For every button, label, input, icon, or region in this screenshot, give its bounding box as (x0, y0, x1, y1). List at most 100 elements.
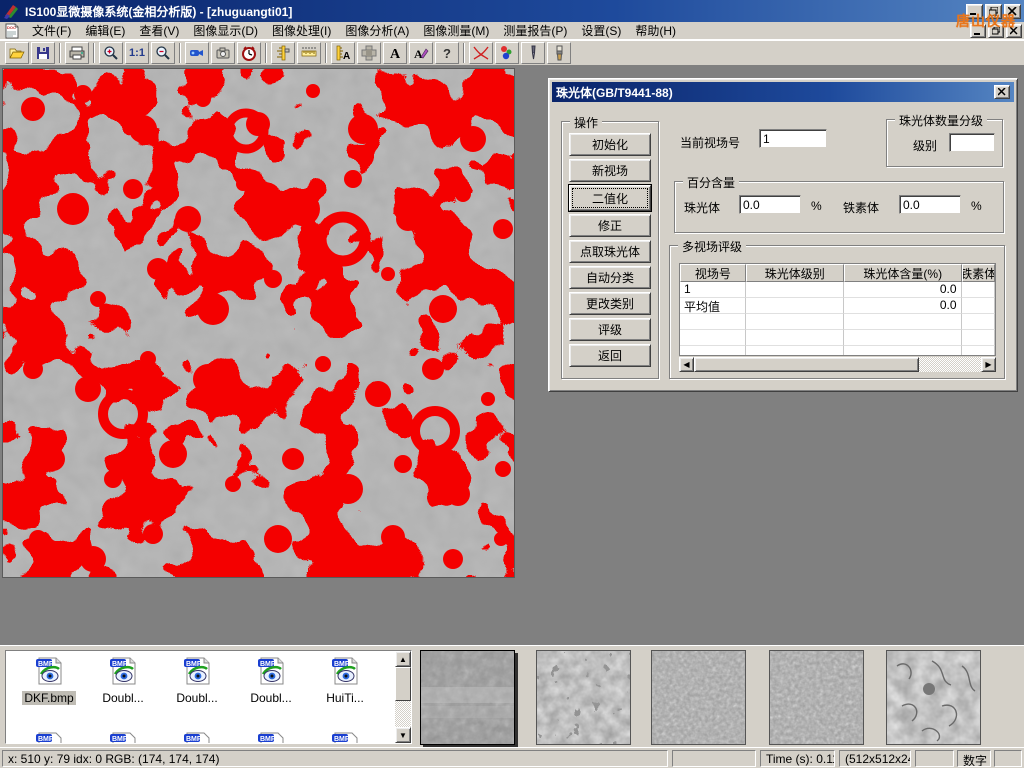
col-field[interactable]: 视场号 (680, 264, 746, 282)
file-item-partial[interactable]: BMP (162, 731, 232, 744)
menu-help[interactable]: 帮助(H) (628, 20, 683, 41)
file-item[interactable]: BMP Doubl... (88, 656, 158, 705)
actual-size-label: 1:1 (129, 47, 145, 59)
annotate-button[interactable]: A (409, 42, 433, 64)
zoom-out-button[interactable] (151, 42, 175, 64)
curve-tool-button[interactable] (469, 42, 493, 64)
thumbnail-5[interactable] (886, 650, 981, 745)
bmp-file-icon: BMP (180, 656, 214, 686)
multifield-table[interactable]: 视场号 珠光体级别 珠光体含量(%) 铁素体 1 0.0 平均值 0.0 (679, 263, 996, 356)
menu-image-analysis[interactable]: 图像分析(A) (338, 20, 416, 41)
merge-grid-button[interactable] (357, 42, 381, 64)
scrollbar-thumb[interactable] (694, 357, 919, 372)
scroll-up-button[interactable]: ▲ (395, 651, 411, 667)
grading-group-label: 珠光体数量分级 (895, 112, 987, 129)
text-button[interactable]: A (383, 42, 407, 64)
timer-button[interactable] (237, 42, 261, 64)
correct-button[interactable]: 修正 (569, 214, 651, 237)
thumbnail-2[interactable] (536, 650, 631, 745)
help-button[interactable]: ? (435, 42, 459, 64)
capture-camera-button[interactable] (211, 42, 235, 64)
menu-image-display[interactable]: 图像显示(D) (186, 20, 265, 41)
thumbnail-3[interactable] (651, 650, 746, 745)
ferrite-percent-input[interactable] (899, 195, 961, 214)
curve-tool-icon (472, 45, 490, 61)
menu-settings[interactable]: 设置(S) (574, 20, 628, 41)
status-empty-2 (915, 750, 954, 767)
file-name[interactable]: HuiTi... (324, 691, 366, 705)
save-button[interactable] (31, 42, 55, 64)
pen-tool-button[interactable] (521, 42, 545, 64)
percent-group-label: 百分含量 (683, 174, 739, 191)
dialog-close-button[interactable] (994, 85, 1010, 99)
table-header-row: 视场号 珠光体级别 珠光体含量(%) 铁素体 (680, 264, 995, 282)
annotate-icon: A (413, 45, 429, 61)
table-horizontal-scrollbar[interactable]: ◀ ▶ (679, 357, 996, 372)
col-ferrite[interactable]: 铁素体 (962, 264, 995, 282)
file-item-partial[interactable]: BMP (14, 731, 84, 744)
video-camera-button[interactable] (185, 42, 209, 64)
status-time: Time (s): 0.113 (760, 750, 835, 767)
color-classify-button[interactable] (495, 42, 519, 64)
file-name[interactable]: Doubl... (248, 691, 293, 705)
menu-measure-report[interactable]: 测量报告(P) (496, 20, 574, 41)
change-class-button[interactable]: 更改类别 (569, 292, 651, 315)
scroll-left-button[interactable]: ◀ (679, 357, 694, 372)
menu-image-processing[interactable]: 图像处理(I) (265, 20, 338, 41)
status-image-size: (512x512x24) (839, 750, 911, 767)
help-icon: ? (439, 45, 455, 61)
caliper-button[interactable] (271, 42, 295, 64)
zoom-in-button[interactable] (99, 42, 123, 64)
scrollbar-thumb[interactable] (395, 667, 411, 701)
file-item[interactable]: BMP Doubl... (236, 656, 306, 705)
file-item[interactable]: BMP HuiTi... (310, 656, 380, 705)
table-row[interactable]: 1 0.0 (680, 282, 995, 298)
menu-image-measure[interactable]: 图像测量(M) (416, 20, 496, 41)
thumbnail-4[interactable] (769, 650, 864, 745)
ruler-button[interactable] (297, 42, 321, 64)
scroll-down-button[interactable]: ▼ (395, 727, 411, 743)
svg-text:A: A (343, 51, 350, 61)
rate-button[interactable]: 评级 (569, 318, 651, 341)
file-name[interactable]: Doubl... (100, 691, 145, 705)
table-row[interactable]: 平均值 0.0 (680, 298, 995, 314)
return-button[interactable]: 返回 (569, 344, 651, 367)
thumbnail-1[interactable] (420, 650, 515, 745)
file-item-partial[interactable]: BMP (236, 731, 306, 744)
initialize-button[interactable]: 初始化 (569, 133, 651, 156)
print-button[interactable] (65, 42, 89, 64)
file-list-scrollbar[interactable]: ▲ ▼ (395, 651, 411, 743)
pearlite-percent-input[interactable] (739, 195, 801, 214)
bmp-file-icon: BMP (254, 731, 288, 744)
dialog-title-bar[interactable]: 珠光体(GB/T9441-88) (552, 82, 1014, 102)
file-item-partial[interactable]: BMP (88, 731, 158, 744)
status-empty-3 (994, 750, 1022, 767)
pearlite-unit: % (811, 199, 822, 213)
col-grade[interactable]: 珠光体级别 (746, 264, 844, 282)
actual-size-button[interactable]: 1:1 (125, 42, 149, 64)
open-button[interactable] (5, 42, 29, 64)
grade-input[interactable] (949, 133, 995, 152)
metallograph-image[interactable] (2, 68, 515, 578)
pick-pearlite-button[interactable]: 点取珠光体 (569, 240, 651, 263)
file-list[interactable]: BMP DKF.bmp BMP Doubl... BMP Doubl... BM… (5, 650, 412, 744)
brush-tool-button[interactable] (547, 42, 571, 64)
file-name[interactable]: Doubl... (174, 691, 219, 705)
measure-text-button[interactable]: A (331, 42, 355, 64)
menu-file[interactable]: 文件(F) (25, 20, 78, 41)
file-name[interactable]: DKF.bmp (22, 691, 75, 705)
binarize-button[interactable]: 二值化 (569, 185, 651, 211)
new-field-button[interactable]: 新视场 (569, 159, 651, 182)
file-item[interactable]: BMP DKF.bmp (14, 656, 84, 705)
auto-classify-button[interactable]: 自动分类 (569, 266, 651, 289)
svg-text:BMP: BMP (186, 736, 202, 743)
menu-edit[interactable]: 编辑(E) (78, 20, 132, 41)
file-item[interactable]: BMP Doubl... (162, 656, 232, 705)
caliper-icon (275, 45, 291, 61)
save-icon (35, 45, 51, 61)
file-item-partial[interactable]: BMP (310, 731, 380, 744)
current-field-input[interactable] (759, 129, 827, 148)
col-pearlite[interactable]: 珠光体含量(%) (844, 264, 962, 282)
scroll-right-button[interactable]: ▶ (981, 357, 996, 372)
menu-view[interactable]: 查看(V) (132, 20, 186, 41)
